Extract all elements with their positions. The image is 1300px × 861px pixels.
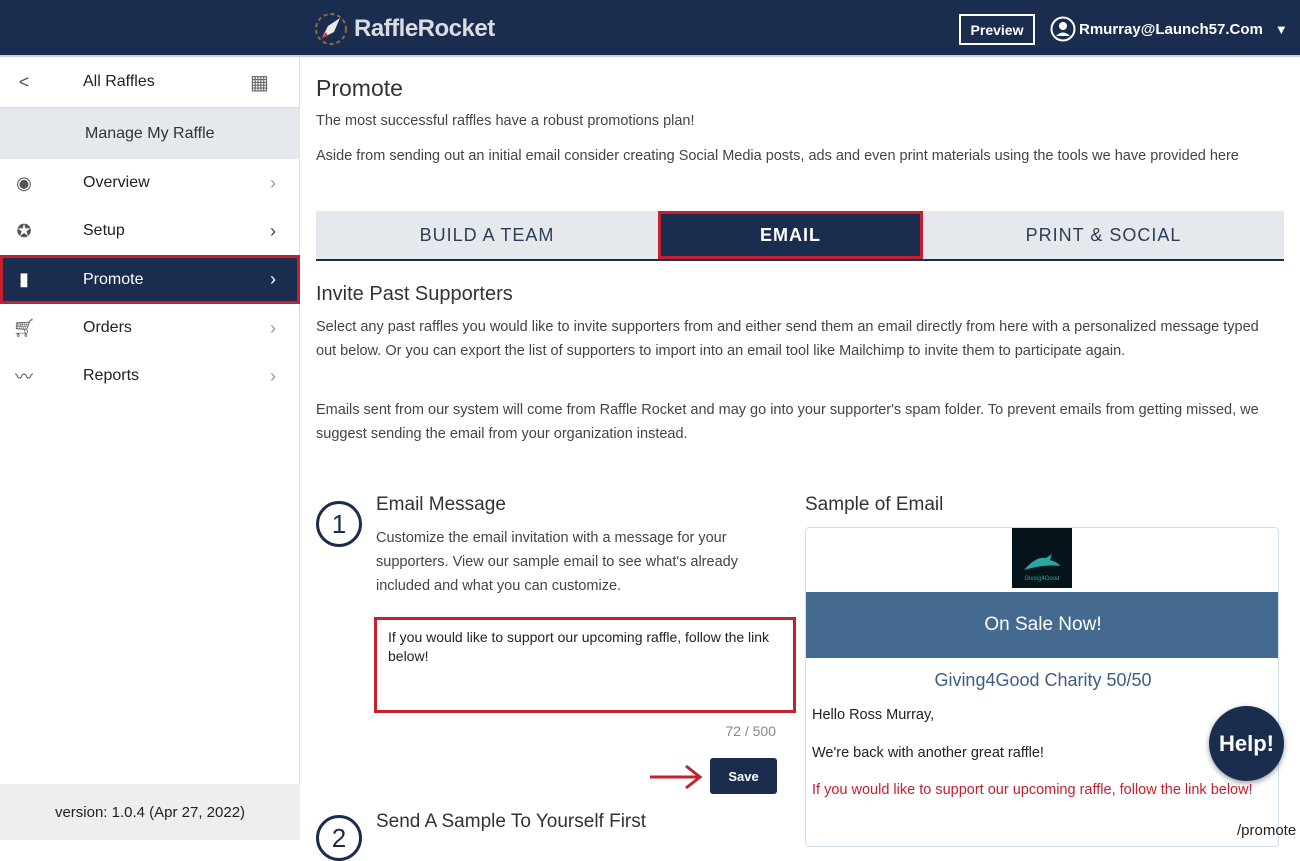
- top-header: RaffleRocket Preview Rmurray@Launch57.Co…: [0, 0, 1300, 57]
- chevron-right-icon: ›: [270, 317, 276, 338]
- eye-icon: ◉: [16, 172, 32, 193]
- sample-heading: Sample of Email: [805, 494, 944, 515]
- section-title: Invite Past Supporters: [316, 283, 513, 305]
- sidebar-item-overview[interactable]: ◉ Overview ›: [0, 159, 300, 207]
- all-raffles-link[interactable]: < All Raffles ▦: [0, 57, 300, 107]
- cart-icon: 🛒︎: [12, 317, 36, 338]
- tab-build-a-team[interactable]: BUILD A TEAM: [316, 211, 658, 259]
- chevron-right-icon: ›: [270, 269, 276, 289]
- email-message-textarea[interactable]: If you would like to support our upcomin…: [374, 617, 796, 713]
- bar-chart-icon: ▮: [19, 269, 29, 289]
- bird-icon: [1024, 554, 1060, 570]
- arrow-right-icon: [650, 764, 703, 790]
- spam-notice: Emails sent from our system will come fr…: [316, 402, 1259, 442]
- step-description: Customize the email invitation with a me…: [376, 530, 738, 594]
- manage-my-raffle-header: Manage My Raffle: [0, 107, 300, 159]
- greeting: Hello Ross Murray,: [812, 707, 935, 723]
- charity-logo: Giving4Good: [1012, 528, 1072, 588]
- sidebar-item-reports[interactable]: 〰 Reports ›: [0, 352, 300, 400]
- rafflerocket-logo[interactable]: RaffleRocket: [314, 12, 495, 46]
- chevron-down-icon: ▼: [1274, 21, 1288, 37]
- email-sample-preview: Giving4Good On Sale Now! Giving4Good Cha…: [805, 527, 1279, 847]
- route-label: /promote: [1237, 822, 1297, 839]
- section-description: Select any past raffles you would like t…: [316, 319, 1259, 359]
- qr-code-icon[interactable]: ▦: [250, 70, 269, 95]
- sidebar-item-promote[interactable]: ▮ Promote ›: [0, 255, 300, 304]
- tab-print-social[interactable]: PRINT & SOCIAL: [923, 211, 1284, 259]
- version-label: version: 1.0.4 (Apr 27, 2022): [0, 784, 300, 840]
- intro-text: The most successful raffles have a robus…: [316, 113, 695, 129]
- on-sale-banner: On Sale Now!: [806, 592, 1278, 658]
- preview-button[interactable]: Preview: [959, 14, 1035, 45]
- chevron-right-icon: ›: [270, 365, 276, 386]
- user-email: Rmurray@Launch57.Com: [1079, 20, 1263, 38]
- trend-icon: 〰: [15, 367, 33, 387]
- intro-line: We're back with another great raffle!: [812, 745, 1044, 761]
- step-number: 1: [316, 501, 362, 547]
- promote-tabs: BUILD A TEAM EMAIL PRINT & SOCIAL: [316, 211, 1284, 261]
- intro-text-2: Aside from sending out an initial email …: [316, 148, 1239, 164]
- lifebuoy-icon: ✪: [16, 220, 32, 241]
- sidebar-item-orders[interactable]: 🛒︎ Orders ›: [0, 304, 300, 352]
- rocket-icon: [315, 13, 347, 45]
- help-button[interactable]: Help!: [1209, 706, 1284, 781]
- save-button[interactable]: Save: [710, 758, 777, 794]
- raffle-name: Giving4Good Charity 50/50: [934, 670, 1152, 690]
- character-count: 72 / 500: [725, 723, 776, 739]
- step-number: 2: [316, 815, 362, 861]
- chevron-left-icon: <: [18, 71, 30, 92]
- page-title: Promote: [316, 75, 403, 101]
- tab-email[interactable]: EMAIL: [658, 211, 923, 259]
- user-avatar-icon: [1050, 16, 1076, 42]
- sidebar: < All Raffles ▦ Manage My Raffle ◉ Overvi…: [0, 57, 300, 840]
- sidebar-item-setup[interactable]: ✪ Setup ›: [0, 207, 300, 255]
- step-title: Send A Sample To Yourself First: [376, 811, 647, 832]
- chevron-right-icon: ›: [270, 220, 276, 241]
- custom-message: If you would like to support our upcomin…: [812, 782, 1253, 798]
- step-title: Email Message: [376, 494, 506, 515]
- user-menu[interactable]: Rmurray@Launch57.Com ▼: [1050, 16, 1288, 42]
- chevron-right-icon: ›: [270, 172, 276, 193]
